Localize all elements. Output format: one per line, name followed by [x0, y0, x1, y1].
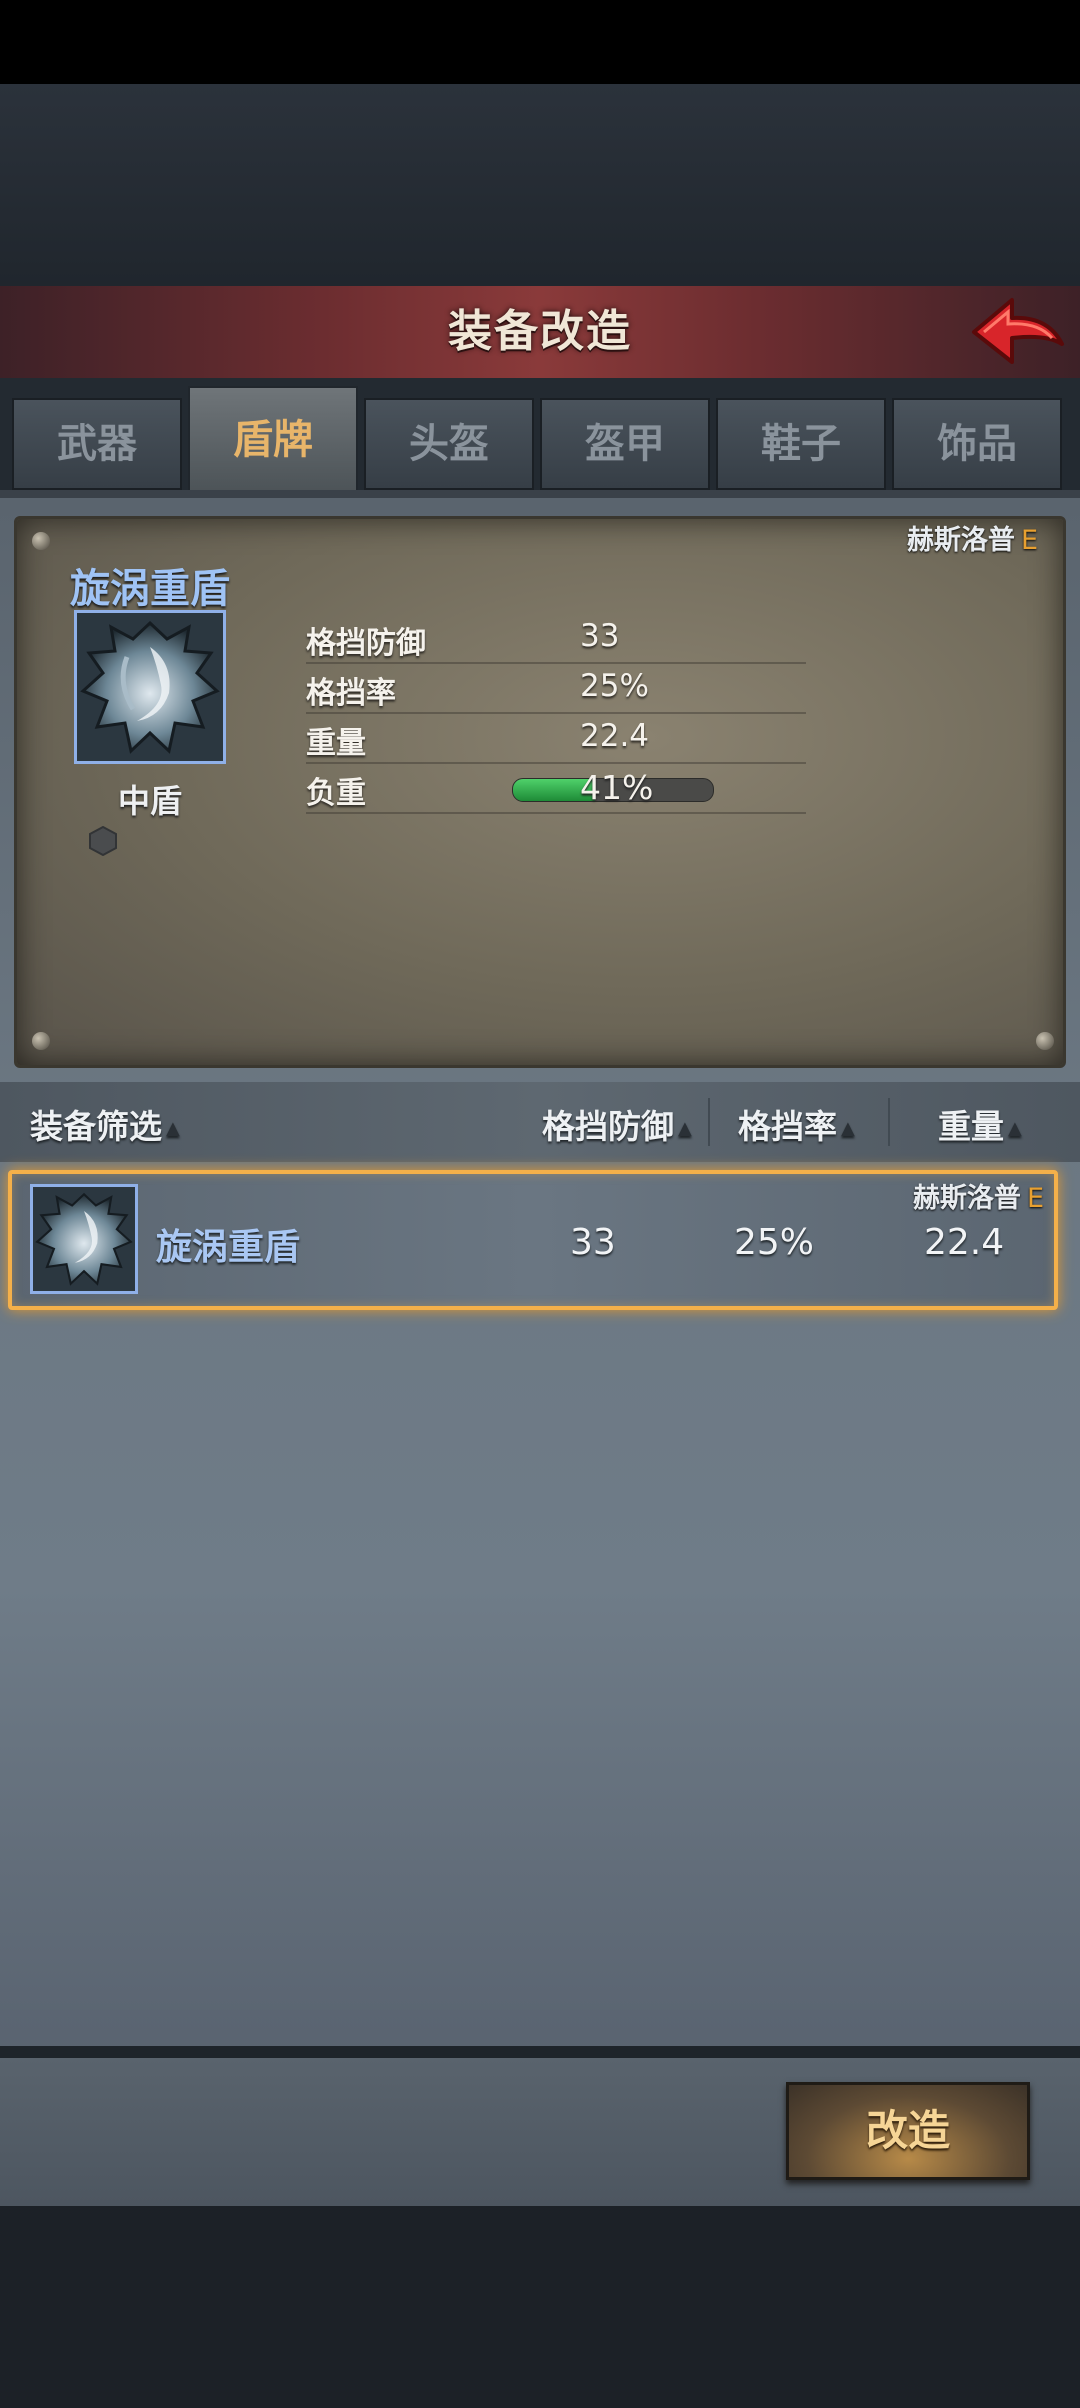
equipment-filter-button[interactable]: 装备筛选 ▲: [30, 1100, 180, 1148]
list-item-block-def: 33: [570, 1222, 616, 1263]
stat-value: 22.4: [580, 718, 650, 754]
tab-helmet[interactable]: 头盔: [364, 398, 534, 490]
tab-weapon[interactable]: 武器: [12, 398, 182, 490]
top-backdrop: [0, 84, 1080, 286]
stat-label: 负重: [306, 776, 366, 811]
list-item-weight: 22.4: [924, 1222, 1005, 1263]
rivet-icon: [1036, 1032, 1054, 1050]
stat-row-block-def: 格挡防御 33: [306, 612, 806, 664]
footer-divider: [0, 2046, 1080, 2058]
stat-label: 重量: [306, 726, 366, 761]
rivet-icon: [32, 532, 50, 550]
sort-block-def-button[interactable]: 格挡防御 ▲: [542, 1100, 692, 1148]
stat-row-block-rate: 格挡率 25%: [306, 662, 806, 714]
list-item-grade: E: [1026, 1183, 1044, 1214]
tab-shield[interactable]: 盾牌: [188, 386, 358, 492]
back-arrow-icon: [972, 298, 1064, 364]
stat-row-weight: 重量 22.4: [306, 712, 806, 764]
item-type: 中盾: [117, 782, 182, 820]
list-item-block-rate: 25%: [734, 1222, 815, 1263]
column-divider: [708, 1098, 710, 1146]
back-button[interactable]: [968, 292, 1068, 372]
tab-underline: [0, 490, 1080, 498]
tab-armor[interactable]: 盔甲: [540, 398, 710, 490]
bottom-backdrop: [0, 2206, 1080, 2408]
gem-slot: [88, 825, 118, 857]
stat-label: 格挡率: [306, 676, 396, 711]
modify-button[interactable]: 改造: [786, 2082, 1030, 2180]
item-icon: [74, 610, 226, 764]
item-name: 旋涡重盾: [70, 566, 230, 612]
shield-icon: [33, 1187, 135, 1291]
column-divider: [888, 1098, 890, 1146]
rivet-icon: [32, 1032, 50, 1050]
gem-slot-icon: [89, 825, 117, 857]
sort-arrow-icon: ▲: [841, 1118, 855, 1139]
item-grade: E: [1020, 525, 1038, 556]
sort-block-rate-button[interactable]: 格挡率 ▲: [738, 1100, 855, 1148]
sort-arrow-icon: ▲: [166, 1118, 180, 1139]
list-item-icon: [30, 1184, 138, 1294]
shield-icon: [77, 613, 223, 761]
list-item-name: 旋涡重盾: [156, 1227, 301, 1268]
sort-weight-button[interactable]: 重量 ▲: [938, 1100, 1022, 1148]
stat-value: 25%: [580, 668, 649, 704]
item-source: 赫斯洛普 E: [906, 525, 1038, 556]
tab-accessory[interactable]: 饰品: [892, 398, 1062, 490]
load-percent: 41%: [580, 768, 654, 807]
sort-arrow-icon: ▲: [678, 1118, 692, 1139]
tab-shoes[interactable]: 鞋子: [716, 398, 886, 490]
sort-arrow-icon: ▲: [1008, 1118, 1022, 1139]
stat-value: 33: [580, 618, 620, 654]
status-bar: [0, 0, 1080, 84]
list-item-source: 赫斯洛普 E: [912, 1183, 1044, 1214]
page-title: 装备改造: [448, 306, 632, 357]
stat-label: 格挡防御: [306, 626, 426, 661]
